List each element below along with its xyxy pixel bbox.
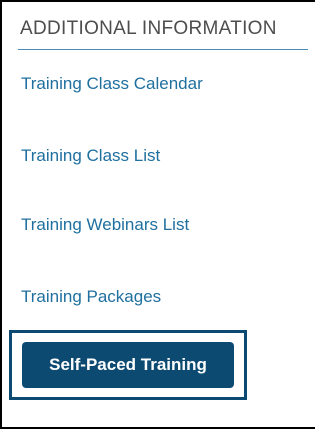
link-training-webinars-list[interactable]: Training Webinars List bbox=[21, 215, 189, 235]
additional-information-panel: ADDITIONAL INFORMATION Training Class Ca… bbox=[0, 0, 315, 429]
self-paced-training-highlight: Self-Paced Training bbox=[9, 330, 247, 400]
panel-edge bbox=[315, 0, 318, 432]
self-paced-training-button[interactable]: Self-Paced Training bbox=[22, 342, 234, 388]
link-training-class-calendar[interactable]: Training Class Calendar bbox=[21, 74, 203, 94]
link-training-class-list[interactable]: Training Class List bbox=[21, 146, 160, 166]
section-title: ADDITIONAL INFORMATION bbox=[20, 18, 277, 39]
section-header: ADDITIONAL INFORMATION bbox=[18, 16, 308, 50]
link-training-packages[interactable]: Training Packages bbox=[21, 287, 161, 307]
